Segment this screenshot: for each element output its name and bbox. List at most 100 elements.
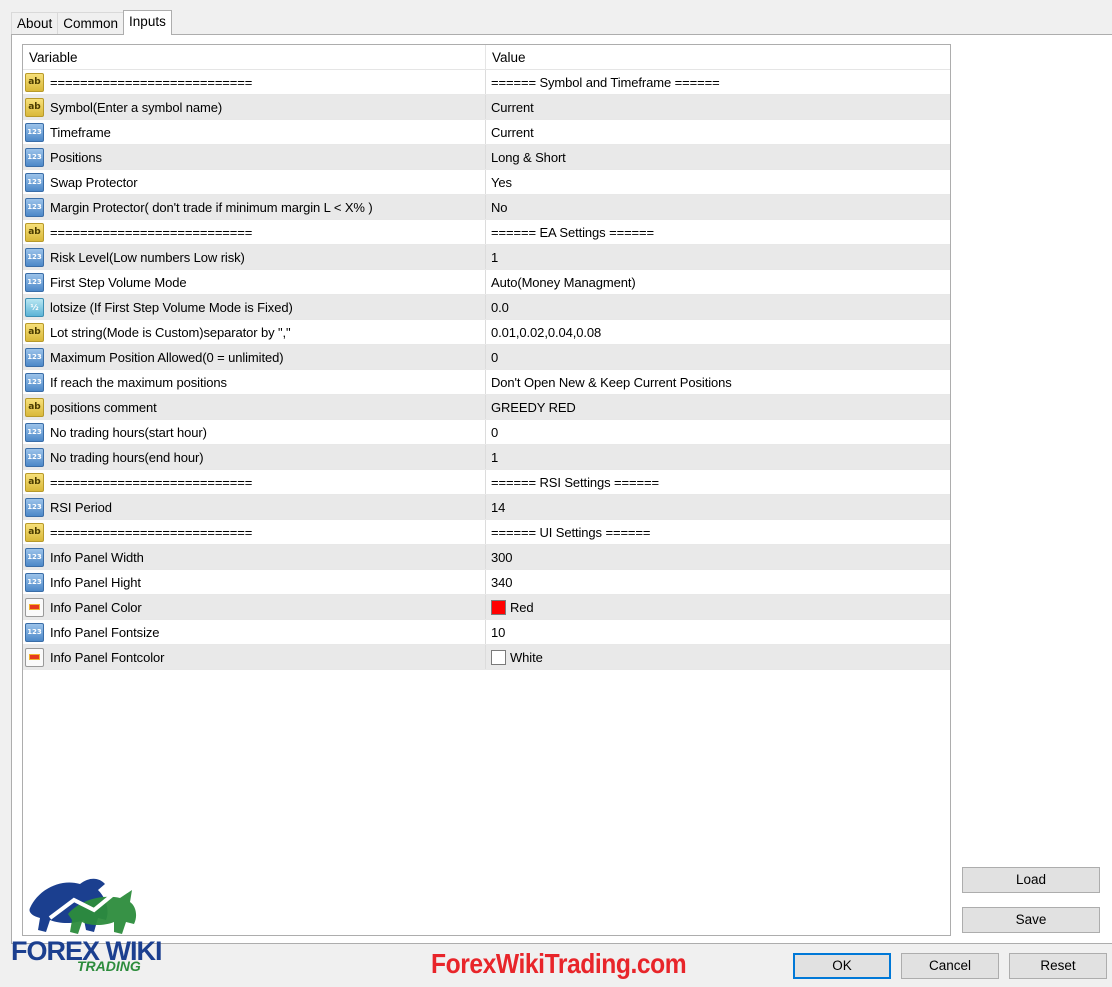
variable-cell[interactable]: 123 No trading hours(start hour) xyxy=(23,420,486,444)
ok-button[interactable]: OK xyxy=(793,953,891,979)
value-cell[interactable]: 14 xyxy=(486,495,950,519)
variable-name: positions comment xyxy=(50,399,157,415)
variable-cell[interactable]: ab =========================== xyxy=(23,70,486,94)
variable-name: =========================== xyxy=(50,224,253,240)
load-button[interactable]: Load xyxy=(962,867,1100,893)
column-header-value[interactable]: Value xyxy=(486,45,950,69)
value-cell[interactable]: 0.0 xyxy=(486,295,950,319)
table-row[interactable]: ab =========================== ====== UI S… xyxy=(23,520,950,545)
variable-cell[interactable]: 123 Maximum Position Allowed(0 = unlimite… xyxy=(23,345,486,369)
table-row[interactable]: 123 No trading hours(start hour) 0 xyxy=(23,420,950,445)
table-row[interactable]: 123 If reach the maximum positions Don't O… xyxy=(23,370,950,395)
variable-cell[interactable]: 123 Info Panel Width xyxy=(23,545,486,569)
table-row[interactable]: 123 Info Panel Width 300 xyxy=(23,545,950,570)
integer-type-icon: 123 xyxy=(25,547,44,567)
value-cell[interactable]: ====== EA Settings ====== xyxy=(486,220,950,244)
string-type-icon: ab xyxy=(25,322,44,342)
table-row[interactable]: 123 Risk Level(Low numbers Low risk) 1 xyxy=(23,245,950,270)
value-text: 14 xyxy=(491,499,506,515)
value-cell[interactable]: ====== Symbol and Timeframe ====== xyxy=(486,70,950,94)
color-type-icon xyxy=(25,597,44,617)
value-text: ====== RSI Settings ====== xyxy=(491,474,659,490)
color-swatch[interactable] xyxy=(491,599,506,615)
cancel-button[interactable]: Cancel xyxy=(901,953,999,979)
variable-cell[interactable]: Info Panel Fontcolor xyxy=(23,645,486,669)
value-cell[interactable]: ====== RSI Settings ====== xyxy=(486,470,950,494)
table-row[interactable]: 123 Margin Protector( don't trade if mini… xyxy=(23,195,950,220)
variable-cell[interactable]: 123 If reach the maximum positions xyxy=(23,370,486,394)
reset-button[interactable]: Reset xyxy=(1009,953,1107,979)
value-cell[interactable]: 340 xyxy=(486,570,950,594)
table-row[interactable]: ab positions comment GREEDY RED xyxy=(23,395,950,420)
variable-cell[interactable]: 123 Positions xyxy=(23,145,486,169)
integer-type-icon: 123 xyxy=(25,422,44,442)
variable-cell[interactable]: 123 First Step Volume Mode xyxy=(23,270,486,294)
value-cell[interactable]: No xyxy=(486,195,950,219)
table-row[interactable]: ab Symbol(Enter a symbol name) Current xyxy=(23,95,950,120)
table-row[interactable]: ab =========================== ====== EA S… xyxy=(23,220,950,245)
value-cell[interactable]: White xyxy=(486,645,950,669)
value-cell[interactable]: Red xyxy=(486,595,950,619)
variable-cell[interactable]: 123 Info Panel Hight xyxy=(23,570,486,594)
variable-cell[interactable]: ab positions comment xyxy=(23,395,486,419)
table-row[interactable]: Info Panel Color Red xyxy=(23,595,950,620)
variable-cell[interactable]: 123 RSI Period xyxy=(23,495,486,519)
variable-cell[interactable]: ab Lot string(Mode is Custom)separator by… xyxy=(23,320,486,344)
value-cell[interactable]: 300 xyxy=(486,545,950,569)
value-cell[interactable]: Long & Short xyxy=(486,145,950,169)
variable-cell[interactable]: ½ lotsize (If First Step Volume Mode is F… xyxy=(23,295,486,319)
color-swatch[interactable] xyxy=(491,649,506,665)
table-row[interactable]: 123 Info Panel Hight 340 xyxy=(23,570,950,595)
value-cell[interactable]: GREEDY RED xyxy=(486,395,950,419)
value-cell[interactable]: Current xyxy=(486,120,950,144)
value-cell[interactable]: ====== UI Settings ====== xyxy=(486,520,950,544)
table-row[interactable]: 123 Timeframe Current xyxy=(23,120,950,145)
table-row[interactable]: 123 Info Panel Fontsize 10 xyxy=(23,620,950,645)
table-row[interactable]: ab =========================== ====== Symb… xyxy=(23,70,950,95)
table-row[interactable]: 123 Positions Long & Short xyxy=(23,145,950,170)
inputs-panel: Variable Value ab =======================… xyxy=(11,34,1112,944)
table-row[interactable]: 123 RSI Period 14 xyxy=(23,495,950,520)
value-cell[interactable]: Auto(Money Managment) xyxy=(486,270,950,294)
variable-cell[interactable]: ab Symbol(Enter a symbol name) xyxy=(23,95,486,119)
value-text: 0 xyxy=(491,424,499,440)
value-cell[interactable]: 10 xyxy=(486,620,950,644)
value-text: Current xyxy=(491,124,534,140)
variable-cell[interactable]: 123 Margin Protector( don't trade if mini… xyxy=(23,195,486,219)
table-row[interactable]: 123 Maximum Position Allowed(0 = unlimite… xyxy=(23,345,950,370)
value-cell[interactable]: 1 xyxy=(486,245,950,269)
table-row[interactable]: ab =========================== ====== RSI … xyxy=(23,470,950,495)
table-row[interactable]: 123 Swap Protector Yes xyxy=(23,170,950,195)
variable-cell[interactable]: Info Panel Color xyxy=(23,595,486,619)
variable-name: No trading hours(start hour) xyxy=(50,424,207,440)
value-cell[interactable]: Current xyxy=(486,95,950,119)
value-cell[interactable]: Don't Open New & Keep Current Positions xyxy=(486,370,950,394)
value-text: 300 xyxy=(491,549,513,565)
variable-cell[interactable]: 123 No trading hours(end hour) xyxy=(23,445,486,469)
value-text: Yes xyxy=(491,174,512,190)
table-row[interactable]: 123 No trading hours(end hour) 1 xyxy=(23,445,950,470)
table-row[interactable]: ½ lotsize (If First Step Volume Mode is F… xyxy=(23,295,950,320)
variable-cell[interactable]: 123 Info Panel Fontsize xyxy=(23,620,486,644)
value-cell[interactable]: 0 xyxy=(486,345,950,369)
tab-about[interactable]: About xyxy=(11,12,59,35)
value-cell[interactable]: Yes xyxy=(486,170,950,194)
value-cell[interactable]: 1 xyxy=(486,445,950,469)
save-button[interactable]: Save xyxy=(962,907,1100,933)
variable-cell[interactable]: 123 Timeframe xyxy=(23,120,486,144)
variable-cell[interactable]: ab =========================== xyxy=(23,220,486,244)
column-header-variable[interactable]: Variable xyxy=(23,45,486,69)
variable-cell[interactable]: 123 Risk Level(Low numbers Low risk) xyxy=(23,245,486,269)
tab-common[interactable]: Common xyxy=(57,12,125,35)
table-row[interactable]: ab Lot string(Mode is Custom)separator by… xyxy=(23,320,950,345)
value-cell[interactable]: 0 xyxy=(486,420,950,444)
variable-cell[interactable]: ab =========================== xyxy=(23,470,486,494)
tab-inputs[interactable]: Inputs xyxy=(123,10,172,35)
variable-cell[interactable]: 123 Swap Protector xyxy=(23,170,486,194)
value-cell[interactable]: 0.01,0.02,0.04,0.08 xyxy=(486,320,950,344)
table-row[interactable]: Info Panel Fontcolor White xyxy=(23,645,950,670)
tab-strip: About Common Inputs xyxy=(11,10,172,35)
variable-cell[interactable]: ab =========================== xyxy=(23,520,486,544)
variable-name: No trading hours(end hour) xyxy=(50,449,204,465)
table-row[interactable]: 123 First Step Volume Mode Auto(Money Mana… xyxy=(23,270,950,295)
